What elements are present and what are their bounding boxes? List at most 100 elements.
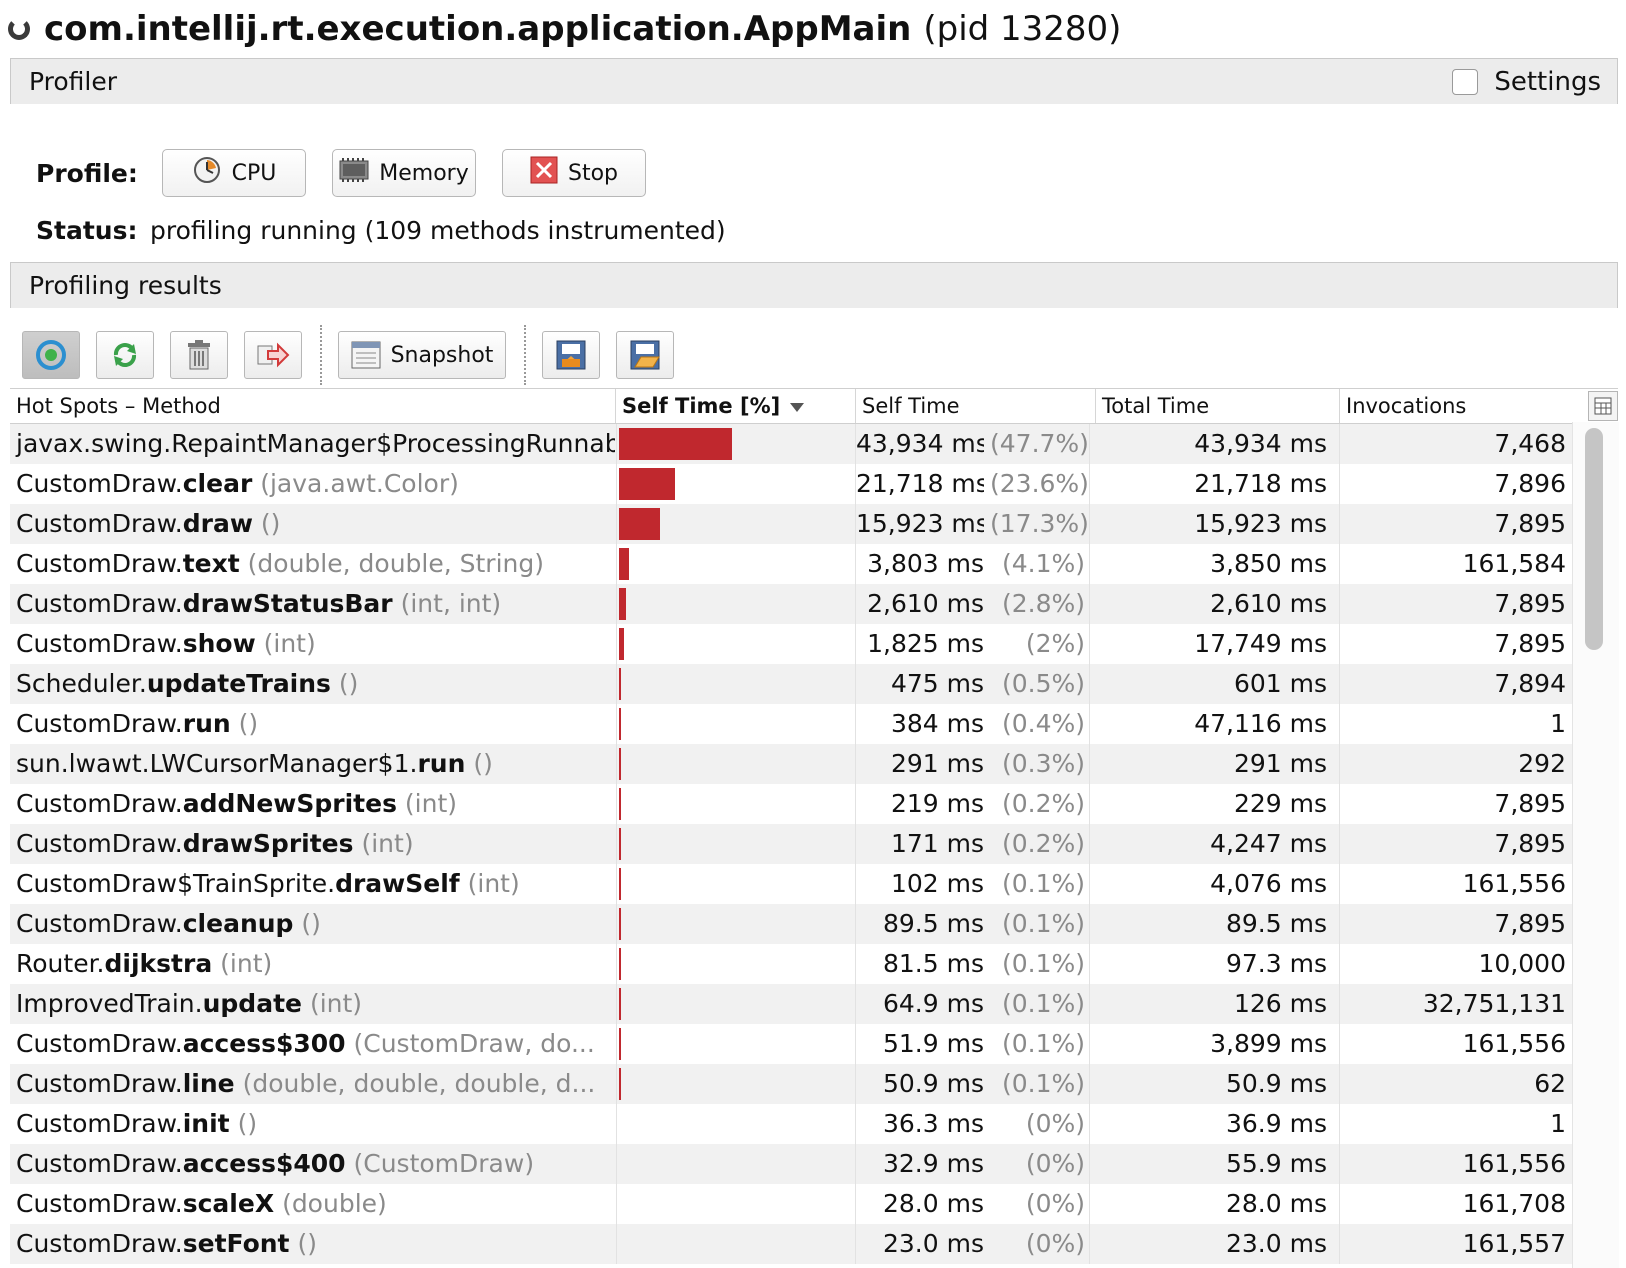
method-name: access$400 xyxy=(182,1149,346,1178)
table-row[interactable]: CustomDraw.drawSprites (int) 171 ms (0.2%)… xyxy=(10,824,1618,864)
self-time-value: 28.0 ms xyxy=(883,1189,984,1218)
table-row[interactable]: CustomDraw.show (int) 1,825 ms (2%) 17,749 … xyxy=(10,624,1618,664)
table-row[interactable]: CustomDraw.addNewSprites (int) 219 ms (0.2… xyxy=(10,784,1618,824)
total-time-value: 28.0 ms xyxy=(1096,1184,1340,1224)
method-signature-text: (int) xyxy=(220,949,273,978)
method-cell: CustomDraw.drawStatusBar (int, int) xyxy=(10,584,615,624)
column-chooser-button[interactable] xyxy=(1588,391,1618,421)
method-name: draw xyxy=(182,509,253,538)
self-time-percent: (0%) xyxy=(990,1144,1090,1184)
stop-button[interactable]: Stop xyxy=(502,149,646,197)
open-results-button[interactable] xyxy=(616,331,674,379)
total-time-value: 3,899 ms xyxy=(1096,1024,1340,1064)
app-title: com.intellij.rt.execution.application.Ap… xyxy=(44,9,912,49)
live-results-button[interactable] xyxy=(22,331,80,379)
settings-checkbox[interactable] xyxy=(1452,69,1479,95)
table-row[interactable]: CustomDraw.run () 384 ms (0.4%) 47,116 ms 1 xyxy=(10,704,1618,744)
table-row[interactable]: CustomDraw.clear (java.awt.Color) 21,718 … xyxy=(10,464,1618,504)
invocations-value: 161,708 xyxy=(1462,1189,1566,1218)
method-cell: CustomDraw.text (double, double, String) xyxy=(10,544,615,584)
total-time-value: 36.9 ms xyxy=(1096,1104,1340,1144)
results-section-title: Profiling results xyxy=(29,271,222,300)
invocations-value: 62 xyxy=(1534,1069,1566,1098)
self-time-value: 64.9 ms xyxy=(883,989,984,1018)
col-header-self-time[interactable]: Self Time xyxy=(856,389,1096,423)
table-row[interactable]: sun.lwawt.LWCursorManager$1.run () 291 ms… xyxy=(10,744,1618,784)
invocations-value: 7,895 xyxy=(1494,509,1566,538)
col-header-method[interactable]: Hot Spots – Method xyxy=(10,389,616,423)
table-row[interactable]: CustomDraw$TrainSprite.drawSelf (int) 102… xyxy=(10,864,1618,904)
total-time-value: 21,718 ms xyxy=(1096,464,1340,504)
table-row[interactable]: CustomDraw.cleanup () 89.5 ms (0.1%) 89.5 m… xyxy=(10,904,1618,944)
method-cell: CustomDraw.setFont () xyxy=(10,1224,615,1264)
table-row[interactable]: CustomDraw.line (double, double, double,… xyxy=(10,1064,1618,1104)
method-signature-text: () xyxy=(297,1229,317,1258)
self-time-percent: (0.2%) xyxy=(990,824,1090,864)
table-row[interactable]: CustomDraw.draw () 15,923 ms (17.3%) 15,923… xyxy=(10,504,1618,544)
self-time-value: 1,825 ms xyxy=(867,629,984,658)
col-header-total-time[interactable]: Total Time xyxy=(1096,389,1340,423)
method-class: CustomDraw. xyxy=(16,1109,183,1138)
snapshot-button[interactable]: Snapshot xyxy=(338,331,506,379)
method-signature-text: (CustomDraw, do... xyxy=(353,1029,595,1058)
method-class: CustomDraw. xyxy=(16,789,183,818)
table-row[interactable]: CustomDraw.drawStatusBar (int, int) 2,610… xyxy=(10,584,1618,624)
method-cell: CustomDraw$TrainSprite.drawSelf (int) xyxy=(10,864,615,904)
self-time-bar-cell xyxy=(616,1144,856,1184)
self-time-bar-cell xyxy=(616,904,856,944)
refresh-button[interactable] xyxy=(96,331,154,379)
table-row[interactable]: CustomDraw.access$400 (CustomDraw) 32.9 m… xyxy=(10,1144,1618,1184)
cpu-button[interactable]: CPU xyxy=(162,149,306,197)
settings-toggle[interactable]: Settings xyxy=(1452,67,1601,97)
self-time-percent: (0.1%) xyxy=(990,1064,1090,1104)
save-results-button[interactable] xyxy=(542,331,600,379)
scrollbar-thumb[interactable] xyxy=(1585,428,1603,650)
table-row[interactable]: CustomDraw.init () 36.3 ms (0%) 36.9 ms 1 xyxy=(10,1104,1618,1144)
table-row[interactable]: CustomDraw.access$300 (CustomDraw, do...… xyxy=(10,1024,1618,1064)
total-time-value: 291 ms xyxy=(1096,744,1340,784)
settings-label[interactable]: Settings xyxy=(1494,67,1601,97)
method-signature-text: () xyxy=(238,709,259,738)
table-scrollbar[interactable] xyxy=(1572,422,1619,1268)
method-signature: (int, int) xyxy=(393,589,502,618)
invocations-value: 7,896 xyxy=(1494,469,1566,498)
total-time-value: 15,923 ms xyxy=(1096,504,1340,544)
self-time-percent: (0%) xyxy=(990,1104,1090,1144)
window-title-bar: com.intellij.rt.execution.application.Ap… xyxy=(8,6,1121,52)
self-time-value: 3,803 ms xyxy=(867,549,984,578)
table-row[interactable]: CustomDraw.text (double, double, String)… xyxy=(10,544,1618,584)
self-time-bar xyxy=(619,748,621,780)
table-row[interactable]: CustomDraw.setFont () 23.0 ms (0%) 23.0 ms 1… xyxy=(10,1224,1618,1264)
table-row[interactable]: Scheduler.updateTrains () 475 ms (0.5%) 601… xyxy=(10,664,1618,704)
col-header-self-pct[interactable]: Self Time [%] xyxy=(616,389,856,423)
invocations-value: 1 xyxy=(1550,709,1566,738)
column-chooser-icon xyxy=(1594,397,1612,415)
export-button[interactable] xyxy=(244,331,302,379)
method-class: CustomDraw$TrainSprite. xyxy=(16,869,336,898)
self-time-bar-cell xyxy=(616,584,856,624)
table-row[interactable]: javax.swing.RepaintManager$ProcessingRun… xyxy=(10,424,1618,464)
method-cell: CustomDraw.cleanup () xyxy=(10,904,615,944)
method-name: init xyxy=(182,1109,230,1138)
table-row[interactable]: Router.dijkstra (int) 81.5 ms (0.1%) 97.3 m… xyxy=(10,944,1618,984)
self-time-bar xyxy=(619,948,621,980)
self-time-value: 291 ms xyxy=(890,749,984,778)
method-signature: (CustomDraw, do... xyxy=(346,1029,595,1058)
self-time-bar xyxy=(619,468,675,500)
reset-button[interactable] xyxy=(170,331,228,379)
method-name: show xyxy=(182,629,256,658)
memory-button[interactable]: Memory xyxy=(332,149,476,197)
self-time-percent: (0.1%) xyxy=(990,944,1090,984)
col-header-invocations[interactable]: Invocations xyxy=(1340,389,1578,423)
self-time-percent: (0.2%) xyxy=(990,784,1090,824)
total-time-value: 17,749 ms xyxy=(1096,624,1340,664)
self-time-bar xyxy=(619,988,621,1020)
self-time-percent: (47.7%) xyxy=(990,424,1090,464)
method-cell: CustomDraw.access$400 (CustomDraw) xyxy=(10,1144,615,1184)
self-time-value: 21,718 ms xyxy=(856,469,984,498)
table-row[interactable]: CustomDraw.scaleX (double) 28.0 ms (0%) 28.… xyxy=(10,1184,1618,1224)
self-time-bar-cell xyxy=(616,544,856,584)
table-row[interactable]: ImprovedTrain.update (int) 64.9 ms (0.1%) 1… xyxy=(10,984,1618,1024)
method-signature: () xyxy=(465,749,493,778)
self-time-percent: (0.5%) xyxy=(990,664,1090,704)
